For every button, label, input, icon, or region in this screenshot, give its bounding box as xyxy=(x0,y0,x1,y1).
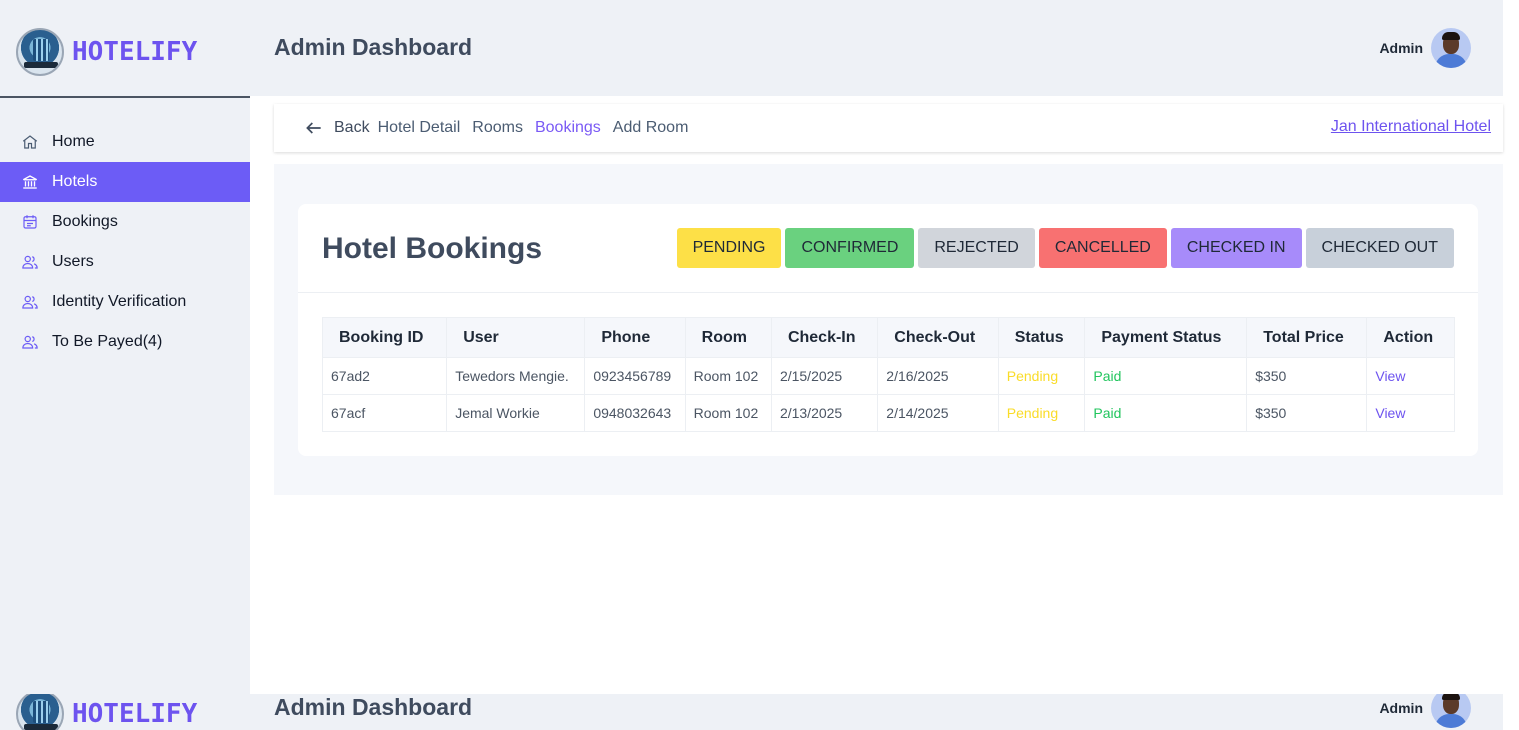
column-header: Check-In xyxy=(770,317,879,358)
sidebar-strip: HOTELIFY xyxy=(0,694,250,730)
sidebar-item-label: To Be Payed(4) xyxy=(52,333,163,350)
avatar[interactable] xyxy=(1431,694,1471,728)
booking-id-cell: 67acf xyxy=(321,394,448,432)
users-icon xyxy=(20,292,40,312)
brand-name: HOTELIFY xyxy=(72,699,198,729)
brand[interactable]: HOTELIFY xyxy=(16,694,197,730)
bookings-card: Hotel Bookings PENDING CONFIRMED REJECTE… xyxy=(298,204,1478,456)
column-header: Status xyxy=(997,317,1086,358)
check-out-cell: 2/16/2025 xyxy=(877,357,999,395)
status-cell: Pending xyxy=(997,394,1086,432)
page-title: Admin Dashboard xyxy=(274,34,473,60)
bookings-table: Booking ID User Phone Room Check-In Chec… xyxy=(321,317,1455,432)
user-name: Admin xyxy=(1379,40,1423,56)
sidebar-item-identity-verification[interactable]: Identity Verification xyxy=(0,282,250,322)
payment-status-cell: Paid xyxy=(1084,357,1248,395)
brand[interactable]: HOTELIFY xyxy=(16,27,197,77)
sidebar-item-label: Home xyxy=(52,133,95,150)
sidebar-item-home[interactable]: Home xyxy=(0,122,250,162)
hotel-name-link[interactable]: Jan International Hotel xyxy=(1331,118,1491,136)
column-header: Payment Status xyxy=(1084,317,1248,358)
filter-pending-button[interactable]: PENDING xyxy=(676,228,782,268)
view-link[interactable]: View xyxy=(1366,394,1455,432)
total-price-cell: $350 xyxy=(1246,394,1368,432)
column-header: User xyxy=(446,317,586,358)
top-header: Admin Dashboard Admin xyxy=(250,0,1503,96)
sidebar-item-label: Hotels xyxy=(52,173,98,190)
page-title: Admin Dashboard xyxy=(274,694,473,720)
column-header: Phone xyxy=(584,317,686,358)
bookings-title: Hotel Bookings xyxy=(322,232,543,265)
brand-name: HOTELIFY xyxy=(72,37,198,67)
check-out-cell: 2/14/2025 xyxy=(877,394,999,432)
column-header: Total Price xyxy=(1246,317,1368,358)
sidebar-item-bookings[interactable]: Bookings xyxy=(0,202,250,242)
booking-id-cell: 67ad2 xyxy=(321,357,448,395)
column-header: Booking ID xyxy=(321,317,448,358)
sidebar-item-label: Bookings xyxy=(52,213,118,230)
table-row: 67acf Jemal Workie 0948032643 Room 102 2… xyxy=(321,394,1455,432)
sidebar-item-label: Users xyxy=(52,253,94,270)
view-link[interactable]: View xyxy=(1366,357,1455,395)
filter-confirmed-button[interactable]: CONFIRMED xyxy=(785,228,915,268)
room-cell: Room 102 xyxy=(684,357,772,395)
status-cell: Pending xyxy=(997,357,1086,395)
sidebar-nav: Home Hotels Bookings Users Identity Veri… xyxy=(0,122,250,362)
calendar-icon xyxy=(20,212,40,232)
tab-hotel-detail[interactable]: Hotel Detail xyxy=(378,119,461,137)
users-icon xyxy=(20,252,40,272)
tab-rooms[interactable]: Rooms xyxy=(472,119,523,137)
user-cell: Jemal Workie xyxy=(446,394,586,432)
sidebar-divider xyxy=(0,96,250,98)
repeated-header-strip: HOTELIFY Admin Dashboard Admin xyxy=(0,694,1519,730)
check-in-cell: 2/15/2025 xyxy=(770,357,879,395)
arrow-left-icon xyxy=(306,122,321,134)
avatar[interactable] xyxy=(1431,28,1471,68)
sidebar-item-hotels[interactable]: Hotels xyxy=(0,162,250,202)
filter-checked-out-button[interactable]: CHECKED OUT xyxy=(1305,228,1454,268)
status-filters: PENDING CONFIRMED REJECTED CANCELLED CHE… xyxy=(676,228,1454,268)
hotel-subnav: Back Hotel Detail Rooms Bookings Add Roo… xyxy=(274,104,1503,152)
total-price-cell: $350 xyxy=(1246,357,1368,395)
column-header: Action xyxy=(1366,317,1455,358)
room-cell: Room 102 xyxy=(684,394,772,432)
building-icon xyxy=(20,172,40,192)
check-in-cell: 2/13/2025 xyxy=(770,394,879,432)
user-cell: Tewedors Mengie. xyxy=(446,357,586,395)
table-row: 67ad2 Tewedors Mengie. 0923456789 Room 1… xyxy=(321,357,1455,395)
phone-cell: 0948032643 xyxy=(584,394,686,432)
filter-rejected-button[interactable]: REJECTED xyxy=(918,228,1035,268)
hotel-booking-logo-icon xyxy=(16,28,64,76)
hotel-booking-logo-icon xyxy=(16,694,64,730)
card-divider xyxy=(298,292,1478,293)
sidebar-item-users[interactable]: Users xyxy=(0,242,250,282)
filter-cancelled-button[interactable]: CANCELLED xyxy=(1038,228,1167,268)
column-header: Check-Out xyxy=(877,317,999,358)
user-name: Admin xyxy=(1379,700,1423,716)
tab-add-room[interactable]: Add Room xyxy=(613,119,689,137)
sidebar-item-to-be-payed[interactable]: To Be Payed(4) xyxy=(0,322,250,362)
phone-cell: 0923456789 xyxy=(584,357,686,395)
users-icon xyxy=(20,332,40,352)
sidebar-item-label: Identity Verification xyxy=(52,293,187,310)
home-icon xyxy=(20,132,40,152)
back-label: Back xyxy=(334,119,370,136)
payment-status-cell: Paid xyxy=(1084,394,1248,432)
filter-checked-in-button[interactable]: CHECKED IN xyxy=(1170,228,1302,268)
sidebar: HOTELIFY Home Hotels Bookings Users Iden… xyxy=(0,0,250,694)
back-button[interactable]: Back xyxy=(304,118,370,138)
tab-bookings[interactable]: Bookings xyxy=(535,119,601,137)
table-header-row: Booking ID User Phone Room Check-In Chec… xyxy=(321,317,1455,358)
column-header: Room xyxy=(684,317,772,358)
top-header: Admin Dashboard Admin xyxy=(250,694,1503,730)
